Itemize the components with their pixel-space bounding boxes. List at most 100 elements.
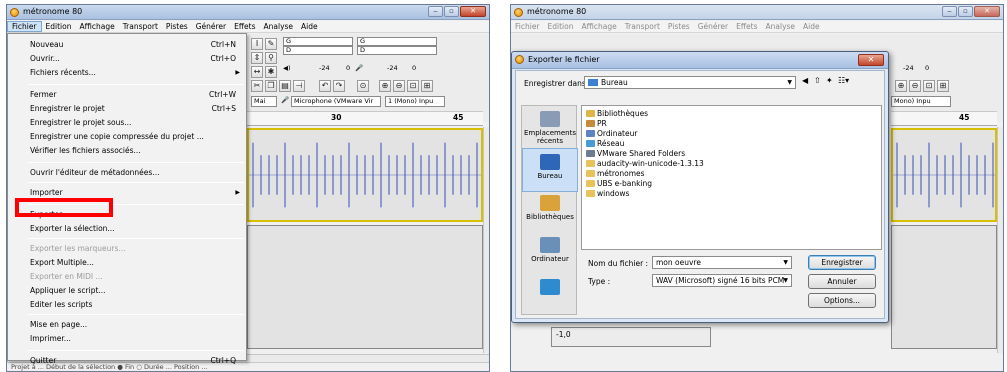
file-menu-item[interactable]: Vérifier les fichiers associés... [8,144,246,158]
file-menu-item[interactable]: Ouvrir... Ctrl+O [8,52,246,66]
file-name: windows [597,189,630,198]
zoom-out-icon[interactable]: ⊖ [393,80,405,92]
menu-aide[interactable]: Aide [297,21,322,32]
menu-affichage[interactable]: Affichage [577,21,620,32]
file-menu-item[interactable]: Appliquer le script... [8,284,246,298]
options-button[interactable]: Options... [808,293,876,308]
file-menu-item[interactable]: Ouvrir l'éditeur de métadonnées... [8,166,246,180]
menu-generer[interactable]: Générer [694,21,732,32]
close-button[interactable]: ✕ [974,6,1000,17]
file-menu-item[interactable]: Enregistrer le projet sous... [8,116,246,130]
menu-effets[interactable]: Effets [732,21,761,32]
input-device-select[interactable]: Microphone (VMware Vir [291,96,381,107]
new-folder-icon[interactable]: ✦ [826,76,833,85]
menu-fichier[interactable]: Fichier [7,21,42,32]
file-list-item[interactable]: PR [586,119,607,129]
file-menu-item[interactable]: Enregistrer le projet Ctrl+S [8,102,246,116]
minimize-button[interactable]: ‒ [942,6,957,17]
back-icon[interactable]: ◀ [802,76,808,85]
fit-selection-icon[interactable]: ⊡ [407,80,419,92]
place-item[interactable]: Bibliothèques [522,190,578,234]
file-menu-item[interactable]: Quitter Ctrl+Q [8,354,246,368]
draw-tool-icon[interactable]: ✎ [265,38,277,50]
menu-affichage[interactable]: Affichage [75,21,118,32]
audio-track-waveform[interactable] [247,128,483,222]
menu-effets[interactable]: Effets [230,21,259,32]
menu-fichier[interactable]: Fichier [511,21,544,32]
file-menu-item[interactable]: Fichiers récents... ▶ [8,66,246,80]
selection-tool-icon[interactable]: I [251,38,263,50]
menu-edition[interactable]: Edition [544,21,578,32]
menu-analyse[interactable]: Analyse [260,21,298,32]
file-list-item[interactable]: audacity-win-unicode-1.3.13 [586,159,704,169]
undo-icon[interactable]: ↶ [319,80,331,92]
file-menu-item[interactable]: Mise en page... [8,318,246,332]
file-list-item[interactable]: windows [586,189,629,199]
empty-track-area[interactable] [891,225,997,349]
menu-transport[interactable]: Transport [621,21,664,32]
file-list-item[interactable]: Bibliothèques [586,109,648,119]
file-list[interactable]: Bibliothèques PR Ordinateur Réseau VMware Sh… [581,105,882,250]
dialog-close-button[interactable]: ✕ [858,54,884,66]
paste-icon[interactable]: ▤ [279,80,291,92]
maximize-button[interactable]: ▫ [958,6,973,17]
save-button[interactable]: Enregistrer [808,255,876,270]
fit-selection-icon[interactable]: ⊡ [923,80,935,92]
file-list-item[interactable]: VMware Shared Folders [586,149,685,159]
menu-edition[interactable]: Edition [42,21,76,32]
file-menu-item[interactable]: Fermer Ctrl+W [8,88,246,102]
menu-transport[interactable]: Transport [119,21,162,32]
menu-pistes[interactable]: Pistes [664,21,694,32]
file-menu-item[interactable]: Editer les scripts [8,298,246,312]
filename-input[interactable]: mon oeuvre ▼ [652,256,792,269]
file-menu-item[interactable]: Enregistrer une copie compressée du proj… [8,130,246,144]
file-list-item[interactable]: Réseau [586,139,624,149]
menu-analyse[interactable]: Analyse [762,21,800,32]
output-device-select[interactable]: Mai [251,96,277,107]
cut-icon[interactable]: ✂ [251,80,263,92]
file-menu-item[interactable]: Exporter la sélection... [8,222,246,236]
redo-icon[interactable]: ↷ [333,80,345,92]
menu-generer[interactable]: Générer [192,21,230,32]
place-item[interactable]: Ordinateur [522,232,578,276]
timeshift-tool-icon[interactable]: ↔ [251,66,263,78]
zoom-tool-icon[interactable]: ⚲ [265,52,277,64]
file-list-item[interactable]: métronomes [586,169,645,179]
fit-project-icon[interactable]: ⊞ [937,80,949,92]
zoom-in-icon[interactable]: ⊕ [379,80,391,92]
fit-project-icon[interactable]: ⊞ [421,80,433,92]
file-menu-item[interactable]: Export Multiple... [8,256,246,270]
file-menu-item[interactable]: Imprimer... [8,332,246,346]
vertical-scrollbar[interactable] [483,127,489,353]
minimize-button[interactable]: ‒ [428,6,443,17]
up-folder-icon[interactable]: ⇧ [814,76,821,85]
timeline-ruler[interactable]: 45 [891,111,997,126]
file-type-select[interactable]: WAV (Microsoft) signé 16 bits PCM ▼ [652,274,792,287]
audio-track-waveform[interactable] [891,128,997,222]
trim-icon[interactable]: ⊣ [293,80,305,92]
copy-icon[interactable]: ❐ [265,80,277,92]
place-item[interactable] [522,274,578,318]
zoom-out-icon[interactable]: ⊖ [909,80,921,92]
menu-aide[interactable]: Aide [799,21,824,32]
sync-lock-icon[interactable]: ⊙ [357,80,369,92]
file-menu-item[interactable]: Nouveau Ctrl+N [8,38,246,52]
envelope-tool-icon[interactable]: ⇕ [251,52,263,64]
vertical-scrollbar[interactable] [997,127,1003,353]
file-list-item[interactable]: Ordinateur [586,129,637,139]
zoom-in-icon[interactable]: ⊕ [895,80,907,92]
place-item[interactable]: Emplacements récents [522,106,578,150]
empty-track-area[interactable] [247,225,483,349]
save-in-select[interactable]: Bureau ▼ [584,76,796,89]
multi-tool-icon[interactable]: ✱ [265,66,277,78]
menu-pistes[interactable]: Pistes [162,21,192,32]
timeline-ruler[interactable]: 30 45 [247,111,483,126]
file-list-item[interactable]: UBS e-banking [586,179,652,189]
view-menu-icon[interactable]: ☷▾ [838,76,849,85]
place-item[interactable]: Bureau [522,148,578,192]
cancel-button[interactable]: Annuler [808,274,876,289]
close-button[interactable]: ✕ [460,6,486,17]
input-channels-select[interactable]: 1 (Mono) Inpu [385,96,445,107]
maximize-button[interactable]: ▫ [444,6,459,17]
input-channels-select[interactable]: Mono) Inpu [891,96,951,107]
